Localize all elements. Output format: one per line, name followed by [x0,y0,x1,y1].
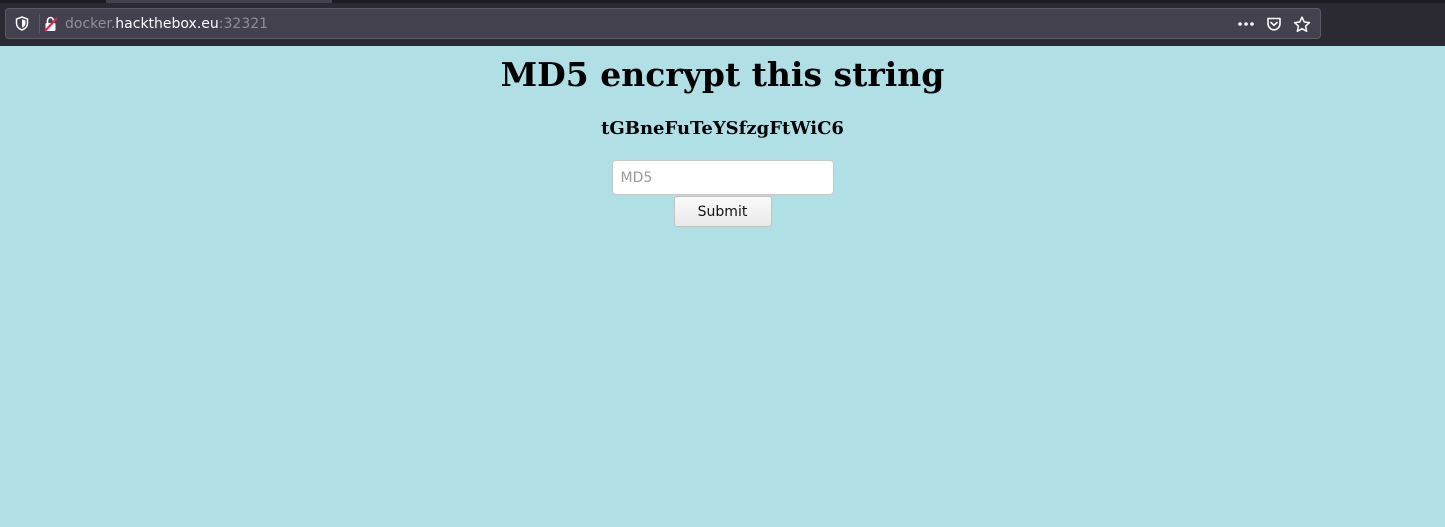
bookmark-button[interactable] [1288,13,1316,35]
md5-form: Submit [0,160,1445,227]
url-text[interactable]: docker.hackthebox.eu:32321 [65,15,268,33]
url-actions [1232,13,1316,35]
more-actions-icon [1238,22,1254,26]
url-port: :32321 [218,16,269,32]
insecure-connection-lock-icon[interactable] [43,16,59,32]
tracking-protection-shield-icon[interactable] [15,16,29,31]
submit-button[interactable]: Submit [673,196,772,227]
url-host: hackthebox.eu [115,16,219,32]
urlbar-separator [39,14,40,33]
pocket-button[interactable] [1260,13,1288,35]
md5-input[interactable] [611,160,834,195]
pocket-icon [1267,17,1281,31]
address-bar[interactable]: docker.hackthebox.eu:32321 [5,8,1321,39]
more-actions-button[interactable] [1232,13,1260,35]
challenge-string: tGBneFuTeYSfzgFtWiC6 [601,118,844,139]
bookmark-star-icon [1293,15,1311,32]
active-tab[interactable] [106,0,332,3]
url-subdomain: docker. [65,16,116,32]
page-title: MD5 encrypt this string [500,55,945,94]
tab-strip [0,0,1445,3]
browser-toolbar: docker.hackthebox.eu:32321 [0,0,1445,46]
page-content: MD5 encrypt this string tGBneFuTeYSfzgFt… [0,46,1445,527]
